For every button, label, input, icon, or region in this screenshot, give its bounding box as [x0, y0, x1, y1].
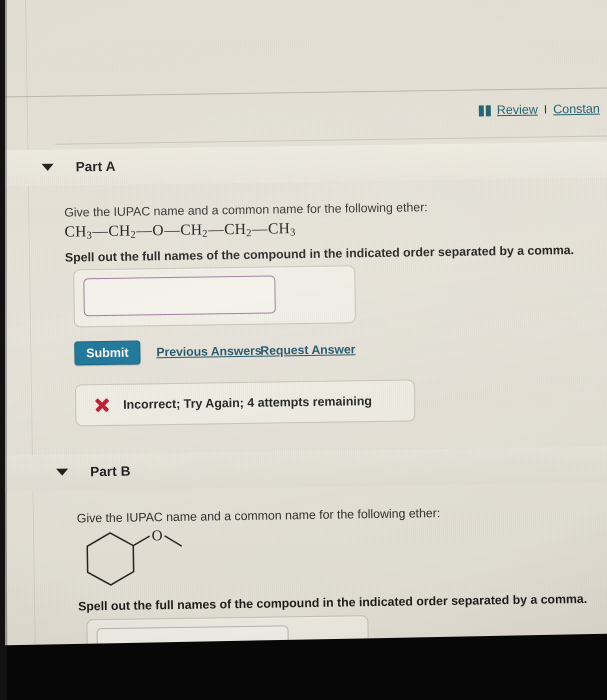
book-icon: [478, 104, 492, 116]
part-a-submit-button[interactable]: Submit: [74, 340, 141, 366]
chevron-down-icon[interactable]: [56, 468, 69, 476]
page-content: Review I Constan Part A Give the IUPAC n…: [0, 0, 607, 691]
toolbar-separator: I: [543, 102, 548, 117]
window-edge-line-inner: [24, 0, 37, 691]
formula-group-3: O: [152, 222, 164, 240]
cyclohexane-ring: [86, 532, 135, 586]
top-divider: [0, 87, 607, 98]
chevron-down-icon[interactable]: [41, 163, 54, 171]
bond-5: —: [251, 220, 268, 238]
screen-surface: Review I Constan Part A Give the IUPAC n…: [0, 0, 607, 691]
oxygen-atom-label: O: [152, 528, 163, 544]
part-a-request-answer-link[interactable]: Request Answer: [260, 342, 355, 357]
bond-4: —: [208, 221, 224, 239]
review-toolbar: Review I Constan: [478, 102, 600, 118]
part-a-question: Give the IUPAC name and a common name fo…: [64, 200, 428, 220]
screenshot-photo: Review I Constan Part A Give the IUPAC n…: [0, 0, 607, 700]
cyclohexyl-methyl-ether-structure: O: [77, 526, 208, 590]
part-b-instruction: Spell out the full names of the compound…: [78, 591, 588, 614]
incorrect-x-icon: [94, 397, 109, 412]
photo-left-edge-inner: [5, 0, 7, 700]
constants-link[interactable]: Constan: [553, 102, 600, 117]
ring-to-oxygen-bond: [132, 535, 150, 547]
part-a-answer-input[interactable]: [83, 275, 276, 317]
part-b-label: Part B: [90, 463, 131, 480]
formula-group-6: CH3: [267, 220, 296, 239]
photo-bottom-edge: [0, 633, 607, 700]
formula-group-2: CH2: [108, 222, 137, 241]
bond-3: —: [164, 221, 180, 240]
part-a-formula: CH3—CH2—O—CH2—CH2—CH3: [64, 220, 295, 242]
review-link[interactable]: Review: [497, 103, 538, 118]
part-b-header[interactable]: Part B: [56, 464, 131, 480]
bond-1: —: [92, 222, 109, 241]
part-a-previous-answers-link[interactable]: Previous Answers: [156, 344, 261, 360]
part-a-label: Part A: [75, 158, 116, 175]
structure-svg: O: [86, 528, 183, 586]
bond-2: —: [136, 222, 152, 240]
formula-group-5: CH2: [224, 220, 252, 240]
formula-group-4: CH2: [180, 221, 208, 240]
formula-group-1: CH3: [64, 223, 93, 242]
part-a-instruction: Spell out the full names of the compound…: [64, 243, 575, 265]
part-b-question: Give the IUPAC name and a common name fo…: [76, 506, 441, 526]
part-a-header[interactable]: Part A: [41, 158, 116, 175]
part-a-feedback-box: Incorrect; Try Again; 4 attempts remaini…: [74, 379, 416, 427]
oxygen-to-methyl-bond: [164, 535, 183, 547]
part-a-feedback-text: Incorrect; Try Again; 4 attempts remaini…: [123, 394, 373, 412]
